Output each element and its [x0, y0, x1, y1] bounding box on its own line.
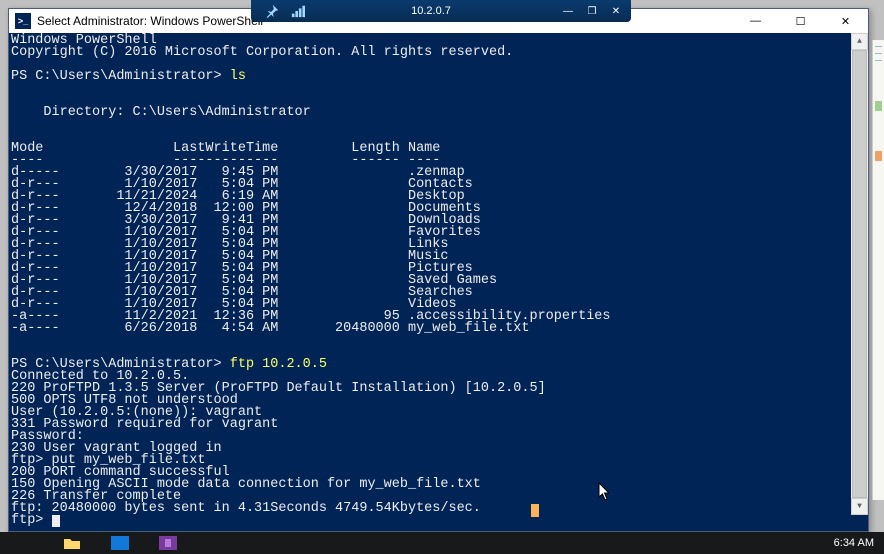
banner-line: Copyright (C) 2016 Microsoft Corporation… [11, 47, 868, 59]
side-panel-fragment [872, 40, 884, 500]
blank-line [11, 335, 868, 347]
maximize-button[interactable]: ☐ [778, 9, 823, 33]
taskbar-item[interactable] [0, 532, 48, 554]
taskbar-clock[interactable]: 6:34 AM [834, 537, 884, 549]
text-cursor [52, 515, 60, 527]
rdp-title: 10.2.0.7 [305, 5, 557, 17]
minimize-button[interactable]: — [733, 9, 778, 33]
folder-icon [63, 536, 81, 550]
ftp-output: 331 Password required for vagrant [11, 419, 868, 431]
taskbar-item-app[interactable] [144, 532, 192, 554]
scrollbar-track[interactable] [851, 50, 868, 498]
rdp-minimize-button[interactable]: — [557, 2, 579, 20]
pin-icon[interactable] [265, 4, 279, 18]
rdp-connection-bar: 10.2.0.7 — ❐ ✕ [251, 0, 631, 22]
rdp-restore-button[interactable]: ❐ [581, 2, 603, 20]
selection-cursor [531, 504, 539, 517]
ftp-prompt: ftp> [11, 515, 868, 527]
directory-header: Directory: C:\Users\Administrator [11, 107, 868, 119]
signal-icon [291, 4, 305, 18]
ftp-output: ftp: 20480000 bytes sent in 4.31Seconds … [11, 503, 868, 515]
taskbar-item-explorer[interactable] [48, 532, 96, 554]
listing-row: -a---- 6/26/2018 4:54 AM 20480000 my_web… [11, 323, 868, 335]
blank-line [11, 83, 868, 95]
prompt-line: PS C:\Users\Administrator> ls [11, 71, 868, 83]
taskbar[interactable]: 6:34 AM [0, 532, 884, 554]
close-button[interactable]: ✕ [823, 9, 868, 33]
rdp-close-button[interactable]: ✕ [605, 2, 627, 20]
app-icon [159, 536, 177, 550]
scroll-down-button[interactable]: ▼ [851, 498, 868, 515]
powershell-taskbar-icon [111, 536, 129, 550]
powershell-icon: >_ [15, 13, 31, 29]
terminal-body[interactable]: Windows PowerShell Copyright (C) 2016 Mi… [9, 33, 868, 531]
blank-line [11, 119, 868, 131]
taskbar-item-powershell[interactable] [96, 532, 144, 554]
scrollbar-thumb[interactable] [852, 50, 867, 498]
scroll-up-button[interactable]: ▲ [851, 33, 868, 50]
powershell-window: >_ Select Administrator: Windows PowerSh… [8, 8, 869, 532]
vertical-scrollbar[interactable]: ▲ ▼ [851, 33, 868, 515]
